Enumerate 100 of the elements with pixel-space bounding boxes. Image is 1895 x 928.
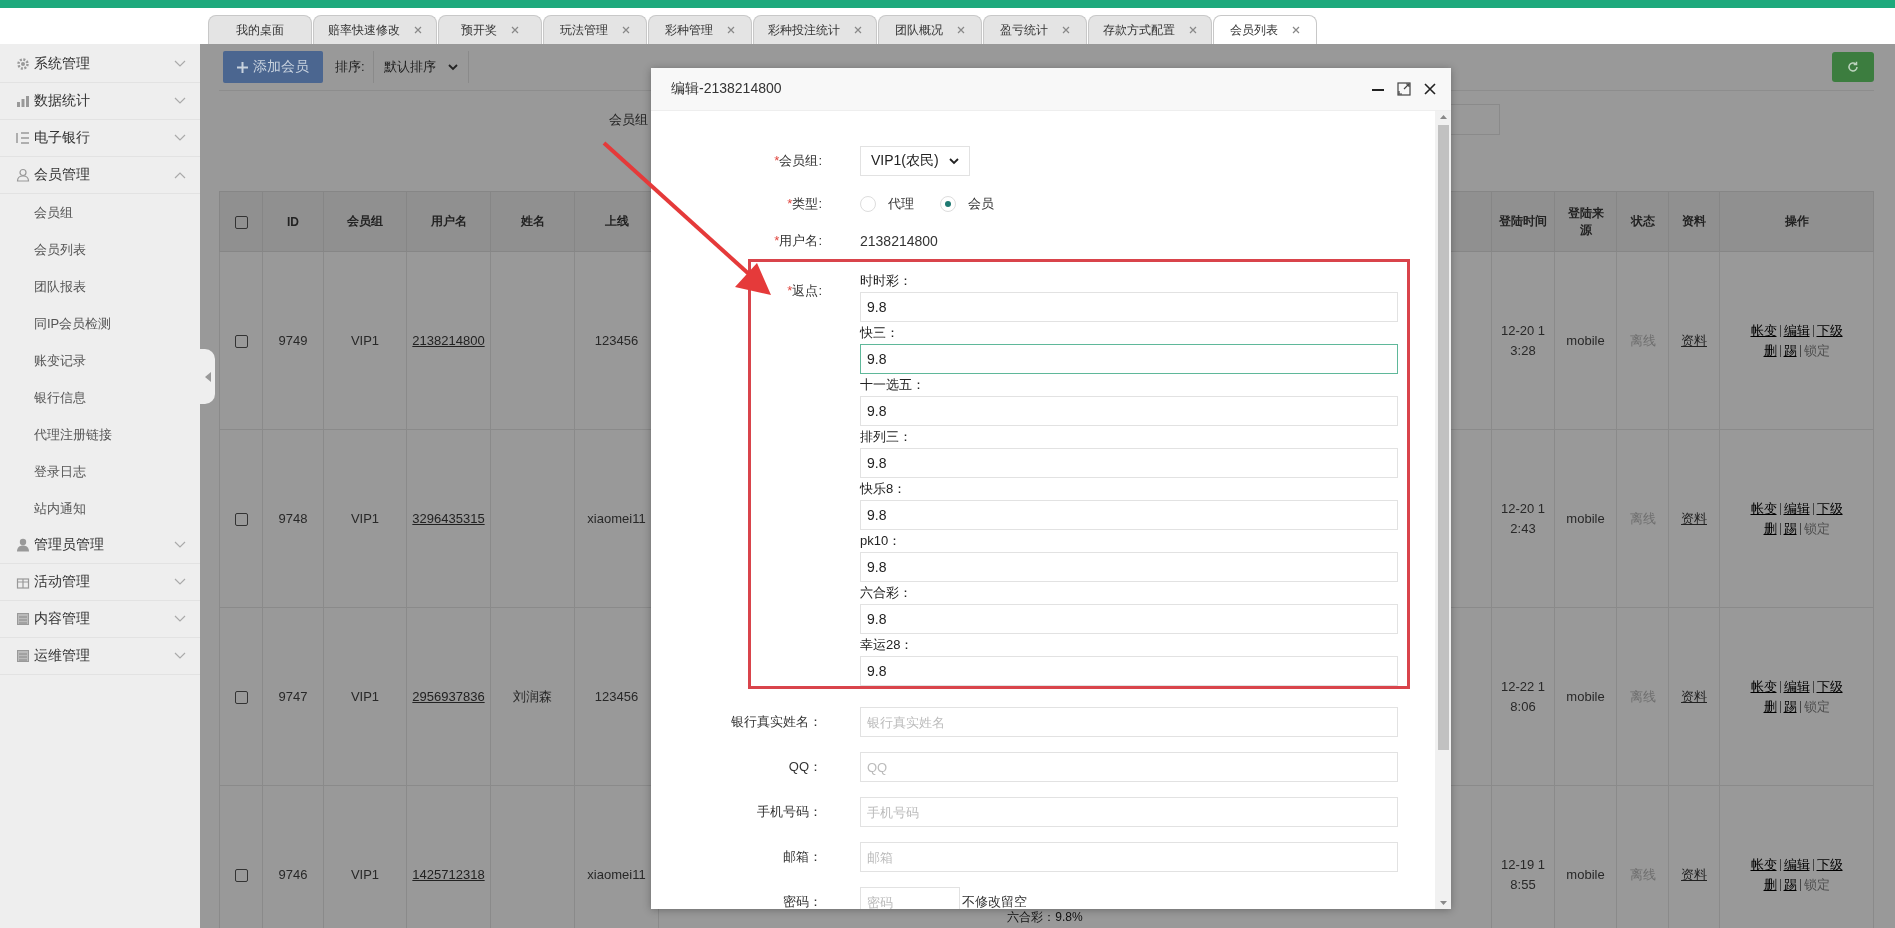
action-link[interactable]: 踢 (1779, 522, 1800, 535)
refresh-button[interactable] (1832, 52, 1874, 82)
input-field[interactable]: 9.8 (860, 656, 1398, 686)
group-select[interactable]: VIP1(农民) (860, 146, 970, 176)
username-link[interactable]: 2956937836 (410, 686, 487, 707)
action-link[interactable]: 下级 (1812, 680, 1846, 693)
page-tab[interactable]: 盈亏统计 (983, 15, 1087, 44)
action-link[interactable]: 踢 (1779, 700, 1800, 713)
profile-link[interactable]: 资料 (1681, 688, 1707, 704)
action-link[interactable]: 编辑 (1779, 858, 1813, 871)
input-field[interactable]: 9.8 (860, 292, 1398, 322)
input-field[interactable]: 9.8 (860, 552, 1398, 582)
input-field[interactable]: 9.8 (860, 344, 1398, 374)
radio-option[interactable]: 会员 (940, 195, 994, 213)
page-tab[interactable]: 会员列表 (1213, 15, 1317, 44)
maximize-icon[interactable] (1397, 82, 1411, 96)
table-cell-text: 12-20 13:28 (1499, 321, 1547, 360)
sidebar-submenu-item[interactable]: 会员组 (0, 194, 200, 231)
radio-option[interactable]: 代理 (860, 195, 914, 213)
table-cell: xiaomei11 (587, 867, 646, 882)
page-tab[interactable]: 彩种管理 (648, 15, 752, 44)
row-checkbox[interactable] (234, 869, 248, 883)
field-label: *用户名: (773, 232, 822, 250)
page-tab[interactable]: 团队概况 (878, 15, 982, 44)
input-field[interactable]: 9.8 (860, 604, 1398, 634)
page-tab[interactable]: 赔率快速修改 (313, 15, 437, 44)
action-link[interactable]: 编辑 (1779, 502, 1813, 515)
sidebar-submenu-item[interactable]: 同IP会员检测 (0, 305, 200, 342)
sidebar-collapse-button[interactable] (200, 349, 215, 404)
table-cell: mobile (1566, 867, 1605, 882)
action-link[interactable]: 删 (1760, 878, 1780, 891)
action-link[interactable]: 下级 (1812, 324, 1846, 337)
input-field[interactable]: 9.8 (860, 448, 1398, 478)
page-tab[interactable]: 我的桌面 (208, 15, 312, 44)
action-link[interactable]: 删 (1760, 344, 1780, 357)
page-tab[interactable]: 彩种投注统计 (753, 15, 877, 44)
action-link[interactable]: 编辑 (1779, 324, 1813, 337)
row-checkbox[interactable] (234, 513, 248, 527)
action-link[interactable]: 帐变 (1747, 324, 1780, 337)
username-link[interactable]: 2138214800 (410, 330, 487, 351)
table-cell: VIP1 (350, 511, 380, 526)
sidebar-menu-item[interactable]: 运维管理 (0, 638, 200, 675)
sidebar-submenu-item[interactable]: 银行信息 (0, 379, 200, 416)
page-tab[interactable]: 玩法管理 (543, 15, 647, 44)
profile-link[interactable]: 资料 (1681, 866, 1707, 882)
sidebar-submenu-item[interactable]: 会员列表 (0, 231, 200, 268)
row-checkbox[interactable] (234, 691, 248, 705)
profile-link[interactable]: 资料 (1681, 510, 1707, 526)
page-tab[interactable]: 存款方式配置 (1088, 15, 1212, 44)
input-field[interactable]: 9.8 (860, 396, 1398, 426)
sort-select[interactable]: 默认排序 (372, 51, 469, 83)
action-link[interactable]: 帐变 (1747, 502, 1780, 515)
table-cell: 9746 (278, 867, 308, 882)
caret-up-icon[interactable] (1439, 115, 1447, 119)
input-field[interactable]: 9.8 (860, 500, 1398, 530)
close-icon[interactable] (1423, 82, 1437, 96)
page-tab[interactable]: 预开奖 (438, 15, 542, 44)
action-link[interactable]: 帐变 (1747, 858, 1780, 871)
table-cell: 刘润森 (513, 688, 552, 704)
field-label: 手机号码： (756, 803, 822, 821)
user-icon (16, 168, 30, 182)
sidebar-submenu-item[interactable]: 站内通知 (0, 490, 200, 527)
table-cell: xiaomei11 (587, 511, 646, 526)
action-link[interactable]: 编辑 (1779, 680, 1813, 693)
chevron-up-icon (174, 171, 186, 179)
chevron-down-icon (174, 134, 186, 142)
plus-icon (237, 61, 248, 73)
stack-icon (16, 612, 30, 626)
username-value: 2138214800 (860, 233, 938, 249)
action-link[interactable]: 删 (1760, 700, 1780, 713)
sidebar-submenu-item[interactable]: 团队报表 (0, 268, 200, 305)
action-link[interactable]: 下级 (1812, 858, 1846, 871)
sidebar-menu-item[interactable]: 内容管理 (0, 601, 200, 638)
sort-label: 排序: (335, 58, 365, 76)
gear-icon (16, 57, 30, 71)
action-link[interactable]: 删 (1760, 522, 1780, 535)
row-checkbox[interactable] (234, 335, 248, 349)
select-all-checkbox[interactable] (234, 215, 248, 229)
profile-link[interactable]: 资料 (1681, 332, 1707, 348)
table-cell: 123456 (594, 333, 639, 348)
sidebar-submenu-item[interactable]: 账变记录 (0, 342, 200, 379)
column-header: 操作 (1719, 191, 1874, 252)
user-icon (16, 538, 30, 552)
sidebar-submenu-item[interactable]: 登录日志 (0, 453, 200, 490)
field-label: 快三： (860, 324, 900, 342)
add-member-button[interactable]: 添加会员 (223, 51, 323, 83)
table-cell: 9747 (278, 689, 308, 704)
username-link[interactable]: 1425712318 (410, 864, 487, 885)
table-cell: VIP1 (350, 689, 380, 704)
username-link[interactable]: 3296435315 (410, 508, 487, 529)
action-link[interactable]: 踢 (1779, 878, 1800, 891)
field-label: 邮箱： (782, 848, 822, 866)
scrollbar[interactable] (1435, 111, 1451, 909)
sidebar-submenu-item[interactable]: 代理注册链接 (0, 416, 200, 453)
chevron-down-icon (174, 652, 186, 660)
action-link[interactable]: 下级 (1812, 502, 1846, 515)
action-link[interactable]: 帐变 (1747, 680, 1780, 693)
action-link[interactable]: 踢 (1779, 344, 1800, 357)
password-field[interactable]: 密码 (860, 887, 960, 909)
caret-down-icon[interactable] (1439, 901, 1447, 905)
